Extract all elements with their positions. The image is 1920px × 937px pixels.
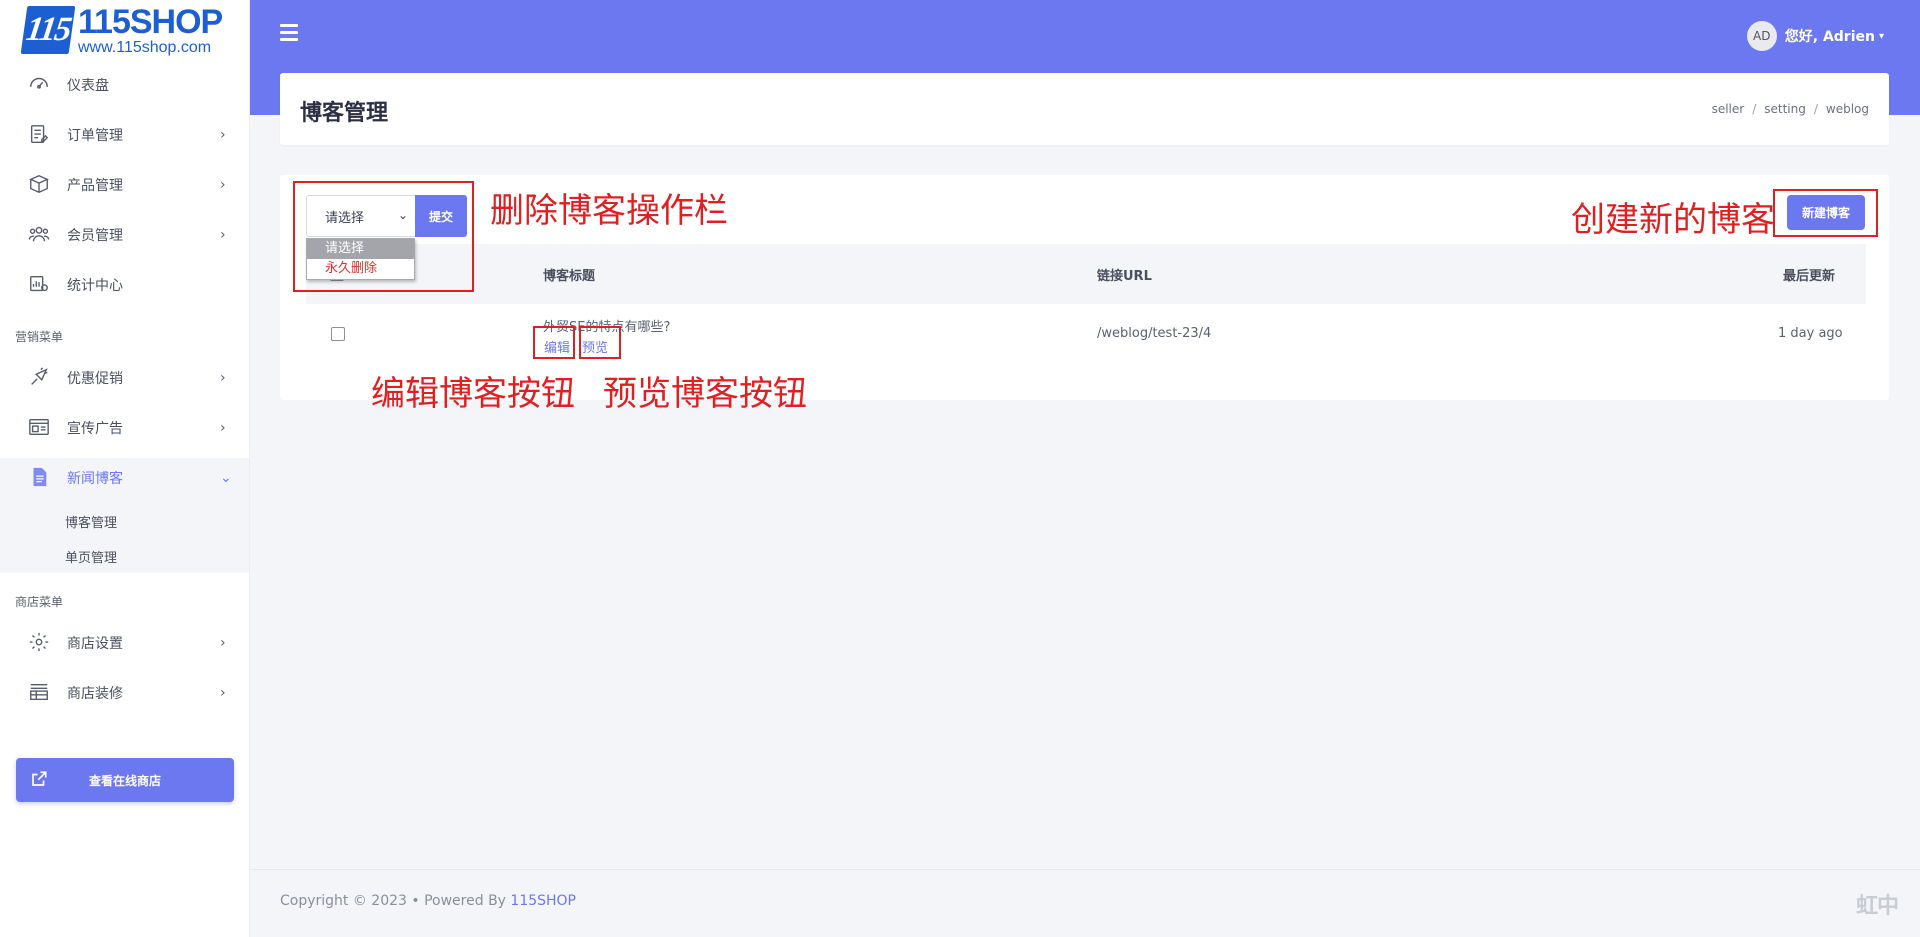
speedometer-icon (28, 73, 52, 97)
sidebar-item-store-settings[interactable]: 商店设置 › (0, 623, 249, 663)
watermark-logo: 虹中 (1855, 894, 1899, 919)
section-title-marketing: 营销菜单 (15, 330, 64, 344)
layout-icon (28, 681, 52, 705)
chevron-right-icon: › (220, 127, 226, 143)
breadcrumb: seller / setting / weblog (1712, 102, 1869, 116)
chevron-right-icon: › (220, 420, 226, 436)
logo-url: www.115shop.com (78, 38, 212, 56)
breadcrumb-item[interactable]: setting (1764, 102, 1806, 116)
sidebar-item-orders[interactable]: 订单管理 › (0, 115, 249, 155)
sidebar-item-label: 仪表盘 (67, 78, 109, 94)
sidebar-item-members[interactable]: 会员管理 › (0, 215, 249, 255)
chevron-right-icon: › (220, 370, 226, 386)
logo[interactable]: 115 115SHOP www.115shop.com (20, 2, 223, 56)
chevron-down-icon: ⌄ (220, 470, 232, 486)
submenu-background (0, 497, 249, 573)
annotation-preview-button: 预览博客按钮 (603, 374, 807, 414)
chevron-right-icon: › (220, 685, 226, 701)
annotation-create-new: 创建新的博客 (1571, 200, 1775, 240)
view-online-store-button[interactable]: 查看在线商店 (16, 758, 234, 802)
sidebar-item-store-decor[interactable]: 商店装修 › (0, 673, 249, 713)
promo-icon (28, 366, 52, 390)
sidebar-item-label: 统计中心 (67, 278, 123, 294)
sidebar-item-label: 会员管理 (67, 228, 123, 244)
column-header-url: 链接URL (1097, 269, 1152, 284)
sidebar-item-label: 产品管理 (67, 178, 123, 194)
annotation-box-edit (533, 326, 575, 359)
sidebar-item-label: 宣传广告 (67, 421, 123, 437)
caret-down-icon: ▾ (1878, 30, 1884, 42)
sidebar-item-products[interactable]: 产品管理 › (0, 165, 249, 205)
gear-icon (28, 631, 52, 655)
order-list-icon (28, 123, 52, 147)
row-checkbox[interactable] (331, 327, 345, 341)
sidebar-item-ads[interactable]: 宣传广告 › (0, 408, 249, 448)
breadcrumb-item[interactable]: seller (1712, 102, 1745, 116)
sidebar-subitem-page-manage[interactable]: 单页管理 (65, 547, 117, 566)
user-greeting: 您好, Adrien (1784, 29, 1875, 45)
users-icon (28, 223, 52, 247)
document-icon (28, 466, 52, 490)
chevron-right-icon: › (220, 635, 226, 651)
chevron-right-icon: › (220, 177, 226, 193)
footer-brand-link[interactable]: 115SHOP (510, 893, 576, 909)
sidebar-item-news-blog[interactable]: 新闻博客 ⌄ (0, 458, 249, 498)
annotation-box-delete-bar (293, 181, 474, 292)
sidebar-item-label: 商店装修 (67, 686, 123, 702)
footer: Copyright © 2023 • Powered By 115SHOP 虹中 (250, 869, 1920, 937)
footer-copyright: Copyright © 2023 • Powered By 115SHOP (280, 893, 576, 909)
sidebar-item-dashboard[interactable]: 仪表盘 (0, 65, 249, 105)
column-header-updated: 最后更新 (1783, 269, 1836, 284)
column-header-title: 博客标题 (543, 269, 596, 284)
blog-updated: 1 day ago (1778, 326, 1843, 341)
chevron-right-icon: › (220, 227, 226, 243)
table-header (306, 244, 1866, 304)
sidebar-item-label: 新闻博客 (67, 471, 123, 487)
sidebar: 115 115SHOP www.115shop.com 仪表盘 订单管理 › 产… (0, 0, 250, 937)
breadcrumb-separator: / (1752, 102, 1757, 116)
logo-mark: 115 (20, 6, 76, 54)
copyright-text: Copyright © 2023 • Powered By (280, 893, 511, 909)
user-menu[interactable]: AD 您好, Adrien ▾ (1746, 21, 1884, 51)
section-title-store: 商店菜单 (15, 595, 64, 609)
menu-toggle-icon[interactable] (280, 24, 298, 42)
view-store-label: 查看在线商店 (88, 773, 161, 788)
annotation-box-new-blog (1773, 189, 1878, 237)
sidebar-item-stats[interactable]: 统计中心 (0, 265, 249, 305)
logo-brand: 115SHOP (78, 2, 223, 41)
sidebar-item-promotions[interactable]: 优惠促销 › (0, 358, 249, 398)
sidebar-item-label: 商店设置 (67, 636, 123, 652)
breadcrumb-item: weblog (1825, 102, 1869, 116)
ads-icon (28, 416, 52, 440)
box-icon (28, 173, 52, 197)
sidebar-subitem-blog-manage[interactable]: 博客管理 (65, 512, 117, 531)
annotation-box-preview (579, 326, 621, 359)
breadcrumb-separator: / (1813, 102, 1818, 116)
page-title: 博客管理 (300, 101, 389, 126)
avatar: AD (1746, 21, 1777, 51)
annotation-edit-button: 编辑博客按钮 (371, 374, 575, 414)
page-header-card: 博客管理 seller / setting / weblog (280, 73, 1889, 145)
blog-url: /weblog/test-23/4 (1097, 326, 1212, 341)
sidebar-item-label: 订单管理 (67, 128, 123, 144)
annotation-delete-bar: 删除博客操作栏 (490, 191, 728, 231)
sidebar-item-label: 优惠促销 (67, 371, 123, 387)
stats-icon (28, 273, 52, 297)
